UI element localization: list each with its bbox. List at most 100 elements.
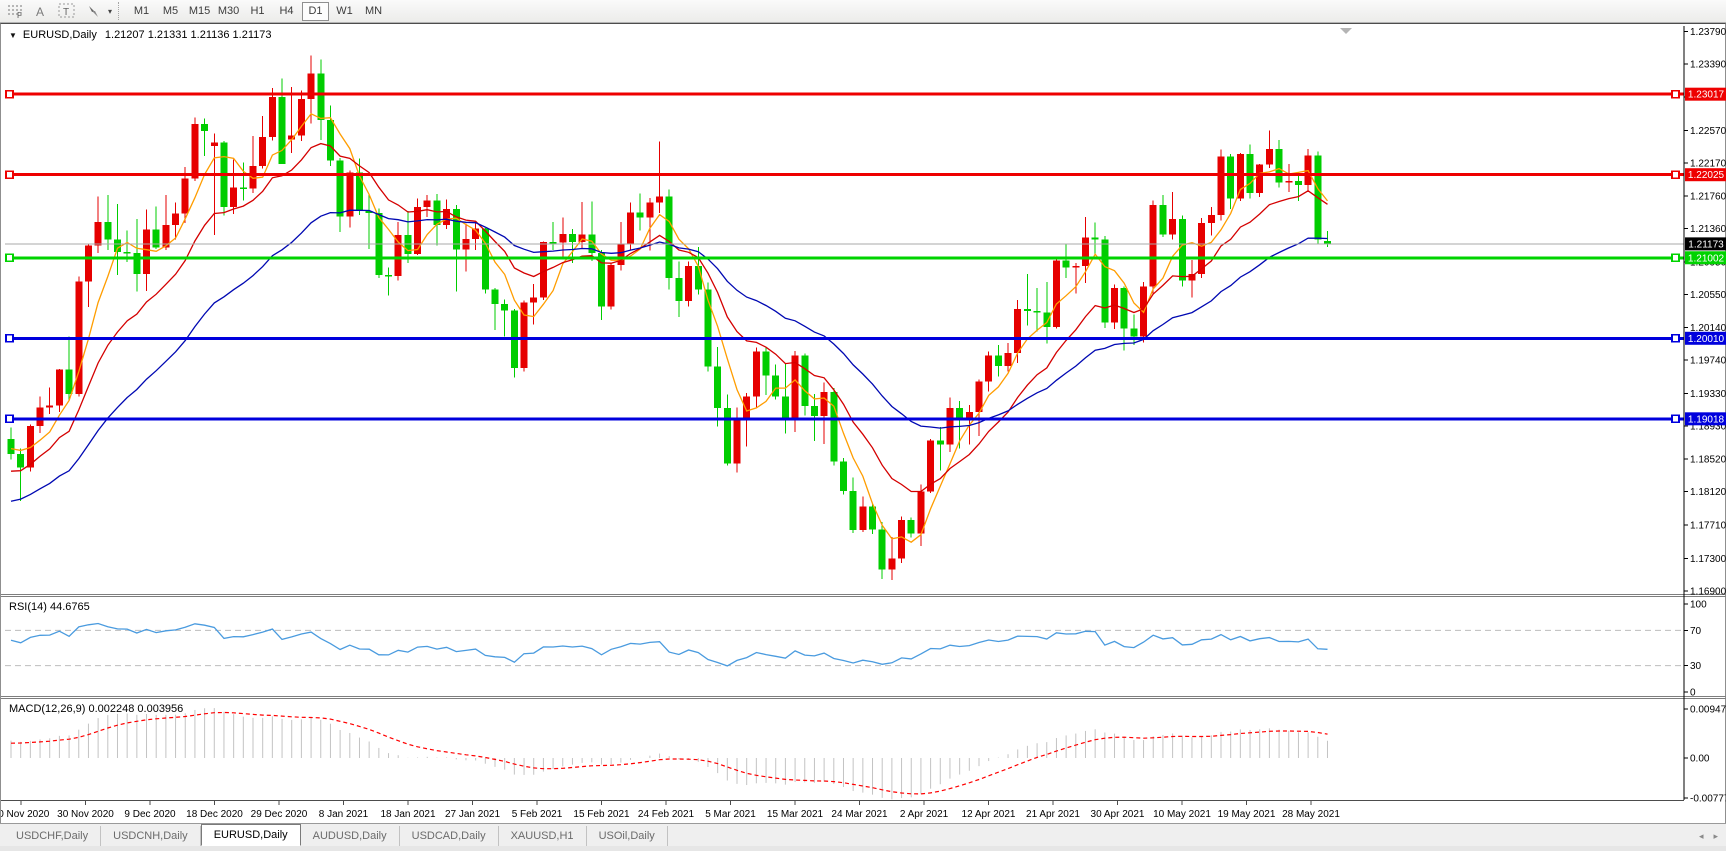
rsi-tick-label: 100 bbox=[1690, 600, 1707, 611]
timeframe-button-m1[interactable]: M1 bbox=[128, 2, 155, 21]
chart-tab-usdcnh[interactable]: USDCNH,Daily bbox=[101, 826, 201, 846]
price-tick-label: 1.17300 bbox=[1690, 554, 1726, 565]
date-tick-label: 18 Jan 2021 bbox=[380, 809, 435, 820]
date-tick-label: 15 Mar 2021 bbox=[767, 809, 824, 820]
date-tick-label: 24 Mar 2021 bbox=[831, 809, 888, 820]
line-handle bbox=[6, 415, 13, 422]
macd-signal-line bbox=[11, 713, 1328, 794]
timeframe-button-m5[interactable]: M5 bbox=[157, 2, 184, 21]
price-tick-label: 1.23390 bbox=[1690, 59, 1726, 70]
tab-scroll-arrows: ◂ ▸ bbox=[1699, 826, 1718, 846]
date-tick-label: 21 Apr 2021 bbox=[1026, 809, 1080, 820]
date-tick-label: 30 Nov 2020 bbox=[57, 809, 114, 820]
price-badge: 1.23017 bbox=[1688, 90, 1725, 101]
horizontal-lines-layer[interactable] bbox=[5, 91, 1684, 423]
macd-tick-label: 0.009478 bbox=[1690, 704, 1726, 715]
timeframe-button-mn[interactable]: MN bbox=[360, 2, 387, 21]
hline-1.22025[interactable] bbox=[5, 171, 1684, 178]
tab-scroll-right-icon[interactable]: ▸ bbox=[1713, 831, 1718, 842]
timeframe-button-m30[interactable]: M30 bbox=[215, 2, 242, 21]
chart-tab-xauusd[interactable]: XAUUSD,H1 bbox=[499, 826, 587, 846]
timeframe-button-m15[interactable]: M15 bbox=[186, 2, 213, 21]
chart-window[interactable]: 1.237901.233901.229801.225701.221701.217… bbox=[0, 23, 1726, 823]
date-tick-label: 5 Feb 2021 bbox=[512, 809, 563, 820]
rsi-label: RSI(14) 44.6765 bbox=[9, 601, 90, 613]
window-edge bbox=[0, 846, 1726, 851]
svg-text:T: T bbox=[63, 7, 69, 18]
timeframe-button-h4[interactable]: H4 bbox=[273, 2, 300, 21]
price-tick-label: 1.18520 bbox=[1690, 455, 1726, 466]
date-axis[interactable]: 20 Nov 2020 30 Nov 2020 9 Dec 2020 18 Dec 2… bbox=[1, 801, 1340, 820]
timeframe-button-w1[interactable]: W1 bbox=[331, 2, 358, 21]
rsi-tick-label: 30 bbox=[1690, 661, 1702, 672]
chart-symbol-label: EURUSD,Daily bbox=[23, 29, 97, 41]
hline-1.23017[interactable] bbox=[5, 91, 1684, 98]
chart-tab-usdcad[interactable]: USDCAD,Daily bbox=[400, 826, 499, 846]
mt4-terminal: F A T ▾ M1M5M15M30H1H4D1W1MN 1.23790 1.2339… bbox=[0, 0, 1726, 851]
chart-tabs: USDCHF,DailyUSDCNH,DailyEURUSD,DailyAUDU… bbox=[4, 824, 668, 846]
chart-tab-usdchf[interactable]: USDCHF,Daily bbox=[4, 826, 101, 846]
chart-tab-usoil[interactable]: USOil,Daily bbox=[587, 826, 668, 846]
price-tick-label: 1.19740 bbox=[1690, 356, 1726, 367]
date-tick-label: 18 Dec 2020 bbox=[186, 809, 243, 820]
line-handle bbox=[1672, 335, 1679, 342]
panel-separators bbox=[1, 595, 1726, 801]
text-box-tool-button[interactable]: T bbox=[53, 1, 81, 21]
toolbar-separator bbox=[118, 2, 123, 20]
date-tick-label: 20 Nov 2020 bbox=[1, 809, 50, 820]
hline-1.19018[interactable] bbox=[5, 415, 1684, 422]
rsi-tick-label: 0 bbox=[1690, 688, 1696, 699]
hline-1.20010[interactable] bbox=[5, 335, 1684, 342]
tab-scroll-left-icon[interactable]: ◂ bbox=[1699, 831, 1704, 842]
svg-text:F: F bbox=[17, 11, 22, 19]
fibonacci-tool-button[interactable]: F bbox=[2, 1, 29, 21]
price-badge: 1.21173 bbox=[1688, 239, 1724, 250]
date-tick-label: 10 May 2021 bbox=[1153, 809, 1211, 820]
hline-1.21002[interactable] bbox=[5, 254, 1684, 261]
timeframe-button-h1[interactable]: H1 bbox=[244, 2, 271, 21]
date-tick-label: 29 Dec 2020 bbox=[251, 809, 308, 820]
date-tick-label: 24 Feb 2021 bbox=[638, 809, 695, 820]
line-handle bbox=[6, 91, 13, 98]
moving-averages-layer bbox=[11, 114, 1328, 542]
macd-label: MACD(12,26,9) 0.002248 0.003956 bbox=[9, 703, 183, 715]
date-tick-label: 30 Apr 2021 bbox=[1091, 809, 1145, 820]
line-handle bbox=[1672, 91, 1679, 98]
price-tick-label: 1.19330 bbox=[1690, 389, 1726, 400]
date-tick-label: 12 Apr 2021 bbox=[962, 809, 1016, 820]
chart-tab-eurusd[interactable]: EURUSD,Daily bbox=[201, 824, 301, 846]
triangle-down-icon[interactable]: ▼ bbox=[9, 31, 17, 40]
chevron-down-icon[interactable]: ▾ bbox=[108, 7, 112, 16]
timeframes-toolbar: M1M5M15M30H1H4D1W1MN bbox=[127, 2, 388, 21]
rsi-tick-label: 70 bbox=[1690, 626, 1702, 637]
date-tick-label: 9 Dec 2020 bbox=[124, 809, 176, 820]
date-tick-label: 28 May 2021 bbox=[1282, 809, 1340, 820]
svg-text:A: A bbox=[36, 5, 44, 19]
date-tick-label: 8 Jan 2021 bbox=[319, 809, 369, 820]
price-chart-svg[interactable]: 1.237901.233901.229801.225701.221701.217… bbox=[1, 24, 1726, 824]
price-tick-label: 1.22570 bbox=[1690, 126, 1726, 137]
text-label-tool-button[interactable]: A bbox=[29, 1, 53, 21]
date-tick-label: 15 Feb 2021 bbox=[573, 809, 630, 820]
line-handle bbox=[1672, 415, 1679, 422]
candles-layer bbox=[8, 55, 1331, 579]
line-handle bbox=[6, 335, 13, 342]
price-badge: 1.20010 bbox=[1688, 334, 1725, 345]
chart-tab-audusd[interactable]: AUDUSD,Daily bbox=[301, 826, 400, 846]
line-handle bbox=[1672, 171, 1679, 178]
rsi-indicator-layer bbox=[5, 624, 1684, 666]
rsi-line bbox=[11, 624, 1328, 666]
price-tick-label: 1.20550 bbox=[1690, 290, 1726, 301]
chart-title: ▼ EURUSD,Daily 1.21207 1.21331 1.21136 1… bbox=[9, 29, 271, 41]
axis-price-badges: 1.230171.220251.210021.200101.190181.211… bbox=[1685, 88, 1726, 426]
chart-ohlc-values: 1.21207 1.21331 1.21136 1.21173 bbox=[105, 29, 272, 41]
price-badge: 1.19018 bbox=[1688, 414, 1725, 425]
chart-shift-marker-icon bbox=[1340, 28, 1352, 34]
macd-indicator-layer bbox=[11, 708, 1328, 799]
toolbar: F A T ▾ M1M5M15M30H1H4D1W1MN bbox=[0, 0, 1726, 23]
arrows-tool-button[interactable] bbox=[81, 1, 106, 21]
date-tick-label: 2 Apr 2021 bbox=[900, 809, 949, 820]
timeframe-button-d1[interactable]: D1 bbox=[302, 2, 329, 21]
price-tick-label: 1.23790 bbox=[1690, 27, 1726, 38]
ma-fast-line bbox=[11, 114, 1328, 542]
